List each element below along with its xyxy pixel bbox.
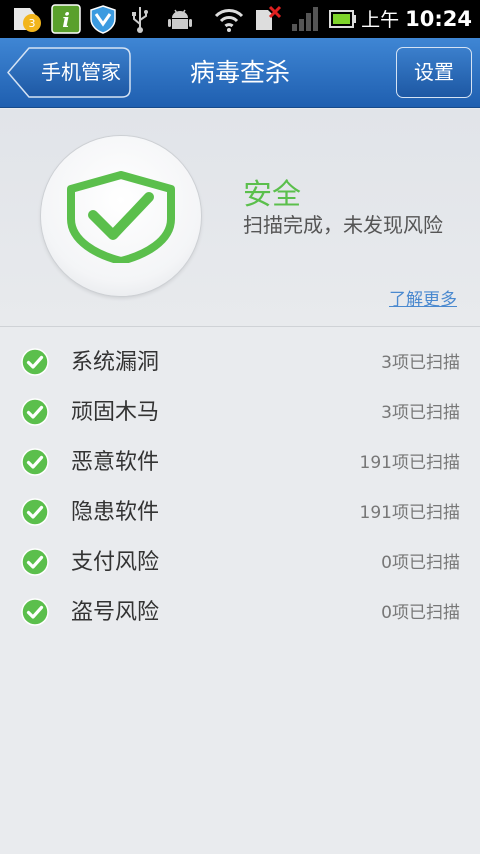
title-bar: 手机管家 病毒查杀 设置 [0,38,480,108]
usb-icon [128,4,152,34]
back-button-label: 手机管家 [41,60,121,84]
security-shield-icon [88,4,118,34]
list-item: 系统漏洞 3项已扫描 [0,338,480,388]
check-circle-icon [21,548,49,576]
scan-item-count: 3项已扫描 [381,403,460,423]
scan-item-count: 0项已扫描 [381,553,460,573]
list-item: 支付风险 0项已扫描 [0,538,480,588]
wifi-icon [213,4,245,34]
notification-badge-count: 3 [29,17,36,30]
scan-item-name: 盗号风险 [71,600,160,625]
svg-text:i: i [62,8,70,32]
scan-item-name: 支付风险 [71,550,160,575]
list-item: 顽固木马 3项已扫描 [0,388,480,438]
back-button[interactable]: 手机管家 [7,47,131,98]
status-bar: 3 i 上午 10:24 [0,0,480,38]
clock-time: 10:24 [405,7,472,31]
scan-status-title: 安全 [243,177,302,211]
scan-item-count: 191项已扫描 [359,503,460,523]
info-app-icon: i [51,4,81,34]
scan-item-name: 系统漏洞 [71,350,160,375]
list-item: 盗号风险 0项已扫描 [0,588,480,638]
android-debug-icon [165,4,195,34]
scan-status-description: 扫描完成，未发现风险 [243,213,443,237]
page-title: 病毒查杀 [189,58,290,87]
check-circle-icon [21,598,49,626]
scan-summary-panel: 安全 扫描完成，未发现风险 了解更多 [0,109,480,327]
learn-more-link[interactable]: 了解更多 [389,285,457,310]
clock: 上午 10:24 [361,0,472,38]
scan-item-name: 顽固木马 [71,400,160,425]
scan-item-name: 隐患软件 [71,500,160,525]
shield-check-icon [67,171,175,263]
notification-app-icon: 3 [10,4,46,34]
check-circle-icon [21,398,49,426]
settings-button[interactable]: 设置 [396,47,472,98]
shield-badge [41,136,201,296]
list-item: 隐患软件 191项已扫描 [0,488,480,538]
check-circle-icon [21,498,49,526]
scan-item-count: 3项已扫描 [381,353,460,373]
check-circle-icon [21,448,49,476]
scan-item-name: 恶意软件 [71,450,160,475]
scan-item-count: 0项已扫描 [381,603,460,623]
scan-item-count: 191项已扫描 [359,453,460,473]
list-item: 恶意软件 191项已扫描 [0,438,480,488]
check-circle-icon [21,348,49,376]
signal-strength-icon [290,4,320,34]
no-sim-icon [252,4,282,34]
clock-ampm: 上午 [361,9,400,31]
scan-result-list: 系统漏洞 3项已扫描 顽固木马 3项已扫描 恶意软件 191项已扫描 隐患软件 191项已扫描… [0,338,480,638]
battery-icon [328,4,358,34]
